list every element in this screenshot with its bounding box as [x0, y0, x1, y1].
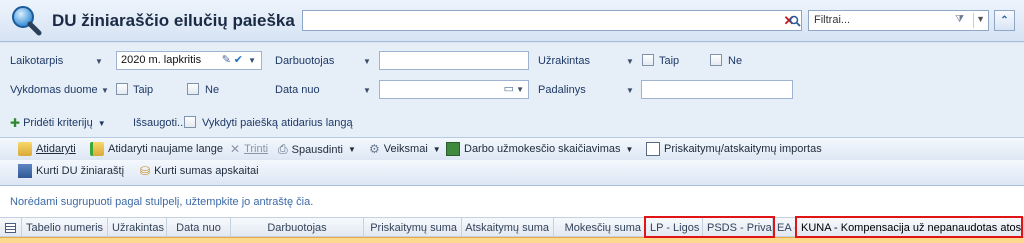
- column-header-tabelio-numeris[interactable]: Tabelio numeris: [22, 218, 108, 237]
- toolbar-actions: Atidaryti Atidaryti naujame lange ✕ Trin…: [0, 137, 1024, 160]
- highlight-box-lp-psds: [644, 216, 775, 238]
- import-label: Priskaitymų/atskaitymų importas: [664, 143, 822, 155]
- chevron-down-icon: ▼: [97, 118, 106, 128]
- data-nuo-operator-dropdown[interactable]: ▼: [363, 86, 371, 95]
- vykdomas-ne-checkbox[interactable]: [187, 83, 199, 95]
- column-header-uzrakintas[interactable]: Užrakintas: [108, 218, 167, 237]
- laikotarpis-value: 2020 m. lapkritis: [121, 54, 202, 66]
- column-header-atskaitymu-suma[interactable]: Atskaitymų suma: [462, 218, 554, 237]
- grid-icon: [5, 222, 16, 233]
- column-chooser-button[interactable]: [0, 218, 22, 237]
- uzrakintas-ne-label: Ne: [728, 55, 743, 67]
- collapse-button[interactable]: ⌃: [994, 10, 1015, 31]
- coins-icon: ⛁: [140, 164, 151, 178]
- darbuotojas-operator-dropdown[interactable]: ▼: [363, 57, 371, 66]
- calendar-icon[interactable]: ▭: [504, 82, 514, 95]
- laikotarpis-field[interactable]: 2020 m. lapkritis ✎ ✔ ▼: [116, 51, 262, 70]
- column-header-priskaitymu-suma[interactable]: Priskaitymų suma: [364, 218, 462, 237]
- column-header-ea[interactable]: EA -: [773, 218, 797, 237]
- uzrakintas-taip-checkbox[interactable]: [642, 54, 654, 66]
- group-by-hint: Norėdami sugrupuoti pagal stulpelį, užte…: [10, 196, 314, 208]
- vykdomas-taip-label: Taip: [133, 84, 154, 96]
- page-title: DU žiniaraščio eilučių paieška: [52, 11, 295, 30]
- vykdomas-ne-label: Ne: [205, 84, 220, 96]
- check-icon[interactable]: ✔: [234, 53, 243, 66]
- print-label: Spausdinti: [291, 143, 343, 156]
- add-criteria-label: Pridėti kriterijų: [23, 117, 93, 129]
- open-new-window-button[interactable]: Atidaryti naujame lange: [90, 142, 223, 156]
- payroll-sheet-icon: [18, 164, 32, 178]
- open-label: Atidaryti: [36, 143, 76, 155]
- delete-icon: ✕: [230, 142, 241, 156]
- add-criteria-icon: ✚: [10, 116, 21, 130]
- search-icon: [789, 15, 801, 27]
- chevron-down-icon: ▼: [976, 14, 985, 24]
- add-criteria-button[interactable]: ✚ Pridėti kriterijų ▼: [10, 116, 106, 130]
- gear-icon: ⚙: [369, 142, 380, 156]
- delete-label: Trinti: [244, 143, 269, 155]
- filter-placeholder: Filtrai...: [814, 14, 851, 26]
- chevron-up-icon: ⌃: [1000, 15, 1009, 26]
- data-nuo-label: Data nuo: [275, 84, 320, 96]
- create-payroll-label: Kurti DU žiniaraštį: [36, 165, 125, 177]
- edit-icon[interactable]: ✎: [222, 53, 231, 66]
- search-input[interactable]: [302, 10, 802, 31]
- column-header-darbuotojas[interactable]: Darbuotojas: [231, 218, 364, 237]
- vykdomas-operator-dropdown[interactable]: ▼: [101, 86, 109, 95]
- search-button[interactable]: [786, 11, 804, 30]
- column-header-mokesciu-suma[interactable]: Mokesčių suma: [554, 218, 646, 237]
- uzrakintas-label: Užrakintas: [538, 55, 590, 67]
- padalinys-label: Padalinys: [538, 84, 586, 96]
- laikotarpis-operator-dropdown[interactable]: ▼: [95, 57, 103, 66]
- magnifier-logo-icon: [12, 6, 42, 36]
- padalinys-operator-dropdown[interactable]: ▼: [626, 86, 634, 95]
- actions-button[interactable]: ⚙ Veiksmai ▼: [369, 142, 441, 156]
- create-payroll-button[interactable]: Kurti DU žiniaraštį: [18, 164, 124, 178]
- import-button[interactable]: Priskaitymų/atskaitymų importas: [646, 142, 822, 156]
- print-button[interactable]: ⎙ Spausdinti ▼: [278, 142, 356, 157]
- padalinys-field[interactable]: [641, 80, 793, 99]
- save-criteria-button[interactable]: Išsaugoti...: [133, 117, 186, 129]
- uzrakintas-ne-checkbox[interactable]: [710, 54, 722, 66]
- create-accounting-sums-button[interactable]: ⛁ Kurti sumas apskaitai: [140, 164, 259, 178]
- data-nuo-field[interactable]: ▭ ▼: [379, 80, 529, 99]
- vykdomas-label: Vykdomas duome: [10, 84, 98, 96]
- darbuotojas-field[interactable]: [379, 51, 529, 70]
- uzrakintas-operator-dropdown[interactable]: ▼: [626, 57, 634, 66]
- folder-open-icon: [18, 142, 32, 156]
- vykdomas-taip-checkbox[interactable]: [116, 83, 128, 95]
- chevron-down-icon: ▼: [625, 144, 634, 154]
- laikotarpis-label: Laikotarpis: [10, 55, 64, 67]
- darbuotojas-label: Darbuotojas: [275, 55, 335, 67]
- actions-label: Veiksmai: [383, 143, 428, 155]
- chevron-down-icon[interactable]: ▼: [248, 56, 256, 65]
- uzrakintas-taip-label: Taip: [659, 55, 680, 67]
- printer-icon: ⎙: [278, 142, 288, 156]
- toolbar-secondary: Kurti DU žiniaraštį ⛁ Kurti sumas apskai…: [0, 160, 1024, 184]
- chevron-down-icon: ▼: [432, 144, 441, 154]
- chevron-down-icon[interactable]: ▼: [516, 85, 524, 94]
- filter-select[interactable]: Filtrai... ⧩ ▼: [808, 10, 989, 31]
- open-button[interactable]: Atidaryti: [18, 142, 76, 156]
- payroll-calculation-button[interactable]: Darbo užmokesčio skaičiavimas ▼: [446, 142, 633, 156]
- calculator-icon: [446, 142, 460, 156]
- column-header-data-nuo[interactable]: Data nuo: [167, 218, 231, 237]
- filter-funnel-icon: ⧩: [955, 14, 964, 25]
- highlight-box-kuna: [795, 216, 1023, 238]
- open-new-window-label: Atidaryti naujame lange: [108, 143, 223, 155]
- create-accounting-sums-label: Kurti sumas apskaitai: [154, 165, 259, 177]
- import-icon: [646, 142, 660, 156]
- payroll-calculation-label: Darbo užmokesčio skaičiavimas: [464, 143, 621, 155]
- search-criteria-panel: Laikotarpis ▼ 2020 m. lapkritis ✎ ✔ ▼ Da…: [0, 43, 1024, 141]
- chevron-down-icon: ▼: [347, 145, 356, 154]
- delete-button[interactable]: ✕ Trinti: [230, 142, 268, 156]
- run-on-open-checkbox[interactable]: [184, 116, 196, 128]
- folder-new-icon: [90, 142, 104, 156]
- run-on-open-label: Vykdyti paiešką atidarius langą: [202, 117, 353, 129]
- title-bar: DU žiniaraščio eilučių paieška ✕ Filtrai…: [0, 0, 1024, 42]
